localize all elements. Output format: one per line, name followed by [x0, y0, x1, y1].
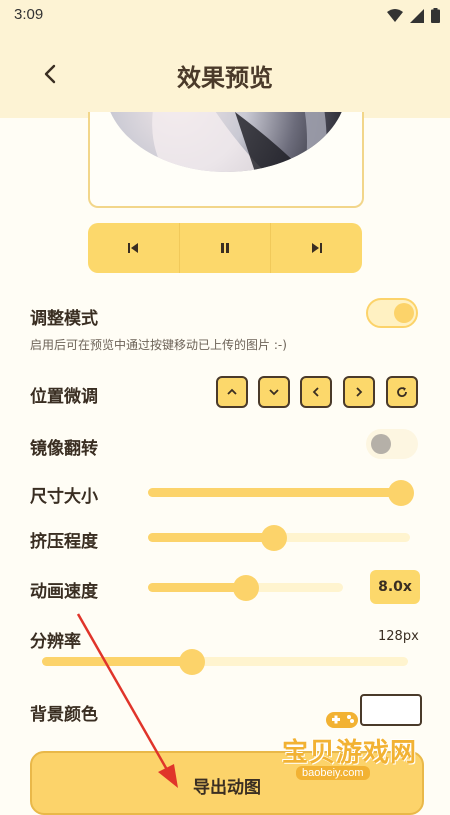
- slider-thumb[interactable]: [388, 480, 414, 506]
- move-up-button[interactable]: [216, 376, 248, 408]
- watermark: 宝贝游戏网 baobeiy.com: [282, 706, 422, 782]
- animation-speed-label: 动画速度: [30, 582, 98, 602]
- watermark-text: 宝贝游戏网: [282, 738, 418, 768]
- previous-button[interactable]: [88, 223, 179, 273]
- chevron-right-icon: [356, 387, 363, 397]
- battery-icon: [431, 8, 440, 23]
- size-label: 尺寸大小: [30, 487, 98, 507]
- squeeze-label: 挤压程度: [30, 532, 98, 552]
- toggle-knob: [394, 303, 414, 323]
- page-title: 效果预览: [177, 64, 273, 92]
- adjust-mode-label: 调整模式: [30, 309, 98, 329]
- signal-icon: [410, 8, 424, 23]
- resolution-value: 128px: [378, 629, 419, 644]
- watermark-url: baobeiy.com: [296, 766, 370, 780]
- chevron-up-icon: [227, 388, 237, 395]
- chevron-left-icon: [312, 387, 319, 397]
- status-bar: [0, 0, 450, 34]
- pause-button[interactable]: [178, 223, 271, 273]
- slider-fill: [148, 488, 405, 497]
- playback-controls: [88, 223, 362, 273]
- pause-icon: [221, 243, 229, 253]
- reset-position-button[interactable]: [386, 376, 418, 408]
- slider-fill: [148, 533, 274, 542]
- mirror-flip-toggle[interactable]: [366, 429, 418, 459]
- status-time: 3:09: [14, 6, 44, 23]
- animation-speed-slider[interactable]: [148, 575, 343, 601]
- next-button[interactable]: [270, 223, 362, 273]
- size-slider[interactable]: [148, 480, 414, 506]
- slider-fill: [148, 583, 246, 592]
- move-down-button[interactable]: [258, 376, 290, 408]
- status-icons: [387, 8, 440, 23]
- skip-previous-icon: [128, 243, 139, 253]
- move-left-button[interactable]: [300, 376, 332, 408]
- adjust-mode-description: 启用后可在预览中通过按键移动已上传的图片 :-): [30, 338, 287, 352]
- gamepad-icon: [326, 712, 358, 728]
- mirror-flip-label: 镜像翻转: [30, 439, 98, 459]
- toggle-knob: [371, 434, 391, 454]
- adjust-mode-toggle[interactable]: [366, 298, 418, 328]
- move-right-button[interactable]: [343, 376, 375, 408]
- slider-thumb[interactable]: [233, 575, 259, 601]
- slider-thumb[interactable]: [261, 525, 287, 551]
- preview-image: [105, 112, 347, 172]
- skip-next-icon: [311, 243, 322, 253]
- annotation-arrow: [76, 613, 178, 788]
- speed-value-badge[interactable]: 8.0x: [370, 570, 420, 604]
- squeeze-slider[interactable]: [148, 525, 410, 551]
- wifi-icon: [387, 8, 403, 22]
- refresh-icon: [397, 387, 407, 398]
- position-fine-tune-label: 位置微调: [30, 387, 98, 407]
- chevron-down-icon: [269, 389, 279, 396]
- preview-card: [88, 112, 364, 208]
